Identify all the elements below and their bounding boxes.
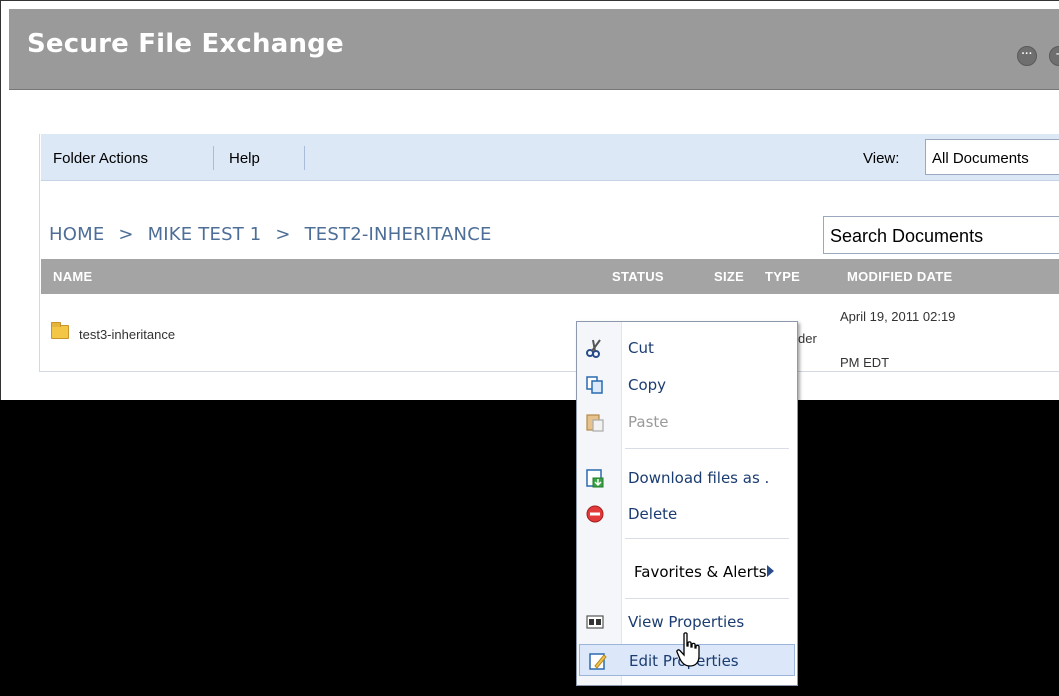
- folder-actions-menu[interactable]: Folder Actions: [53, 150, 148, 167]
- view-label: View:: [863, 150, 900, 167]
- menu-item-label: Cut: [628, 339, 654, 357]
- breadcrumb-current-folder: TEST2-INHERITANCE: [304, 224, 492, 245]
- menu-item-label: Delete: [628, 505, 678, 523]
- menu-item-copy[interactable]: Copy: [577, 369, 793, 401]
- menu-separator: [625, 448, 789, 449]
- file-name[interactable]: test3-inheritance: [79, 327, 175, 342]
- properties-icon: [585, 612, 605, 632]
- scissors-icon: [585, 338, 605, 358]
- table-row[interactable]: test3-inheritance der April 19, 2011 02:…: [41, 295, 1059, 371]
- menu-item-label: View Properties: [628, 613, 745, 631]
- more-icon[interactable]: ···: [1017, 46, 1037, 66]
- column-header-name[interactable]: NAME: [53, 269, 92, 284]
- file-type: der: [798, 331, 817, 346]
- submenu-arrow-icon: [767, 565, 774, 577]
- content-border-bottom: [39, 371, 1059, 372]
- menu-item-label: Download files as .: [628, 469, 770, 487]
- breadcrumb-separator: >: [118, 224, 134, 245]
- menu-separator: [625, 538, 789, 539]
- paste-icon: [585, 412, 605, 432]
- help-menu[interactable]: Help: [229, 150, 260, 167]
- menu-separator: [625, 598, 789, 599]
- column-header-size[interactable]: SIZE: [714, 269, 744, 284]
- menu-item-label: Favorites & Alerts: [634, 563, 767, 581]
- breadcrumb-mike-test-1[interactable]: MIKE TEST 1: [148, 224, 262, 245]
- folder-toolbar: Folder Actions Help View: All Documents: [41, 134, 1059, 181]
- hand-cursor-icon: [676, 632, 700, 667]
- window-title: Secure File Exchange: [27, 29, 344, 59]
- toolbar-divider: [213, 146, 214, 170]
- edit-icon: [588, 651, 608, 671]
- column-header-type[interactable]: TYPE: [765, 269, 800, 284]
- menu-item-delete[interactable]: Delete: [577, 498, 793, 530]
- minimize-icon[interactable]: –: [1049, 46, 1059, 66]
- menu-item-label: Copy: [628, 376, 667, 394]
- modified-date: April 19, 2011 02:19: [840, 309, 956, 324]
- content-border-left: [39, 134, 40, 372]
- toolbar-divider: [304, 146, 305, 170]
- menu-item-paste[interactable]: Paste: [577, 406, 793, 438]
- column-header-status[interactable]: STATUS: [612, 269, 664, 284]
- search-input[interactable]: Search Documents: [823, 216, 1059, 254]
- menu-item-download[interactable]: Download files as .: [577, 462, 793, 494]
- menu-item-favorites-alerts[interactable]: Favorites & Alerts: [577, 556, 793, 588]
- menu-item-cut[interactable]: Cut: [577, 332, 793, 364]
- download-icon: [585, 468, 605, 488]
- breadcrumb-home[interactable]: HOME: [49, 224, 104, 245]
- menu-item-label: Paste: [628, 413, 669, 431]
- view-select[interactable]: All Documents: [925, 139, 1059, 175]
- title-bar: Secure File Exchange ··· –: [9, 9, 1059, 90]
- folder-icon: [51, 322, 69, 339]
- app-window: Secure File Exchange ··· – Folder Action…: [0, 0, 1059, 400]
- breadcrumb: HOME > MIKE TEST 1 > TEST2-INHERITANCE: [49, 224, 500, 245]
- breadcrumb-separator: >: [275, 224, 291, 245]
- copy-icon: [585, 375, 605, 395]
- column-header-modified[interactable]: MODIFIED DATE: [847, 269, 953, 284]
- modified-date-time: PM EDT: [840, 355, 890, 370]
- delete-icon: [585, 504, 605, 524]
- grid-header: NAME STATUS SIZE TYPE MODIFIED DATE: [41, 259, 1059, 294]
